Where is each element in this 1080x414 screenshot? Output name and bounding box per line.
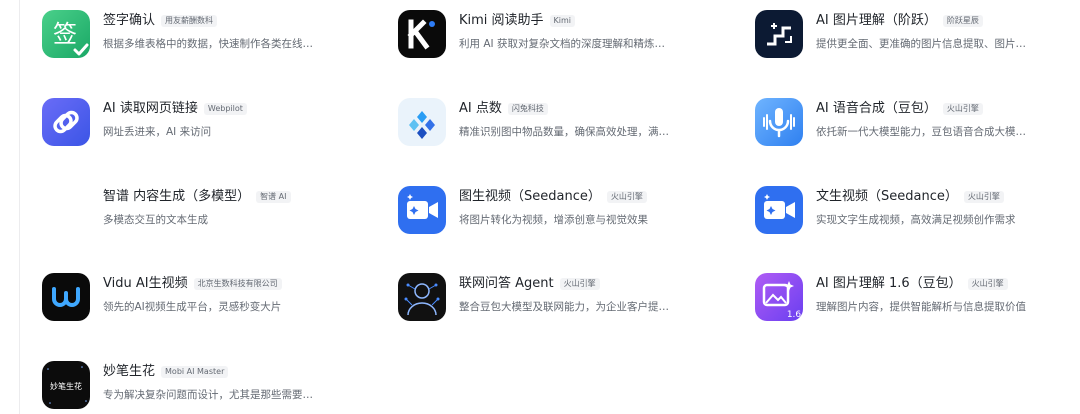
image-understand-icon: 1.6	[755, 273, 803, 321]
plugin-card-web-agent[interactable]: 联网问答 Agent 火山引擎 整合豆包大模型及联网能力，为企业客户提…	[398, 269, 718, 325]
plugin-title: 联网问答 Agent	[459, 276, 554, 291]
plugin-card-vidu[interactable]: Vidu AI生视频 北京生数科技有限公司 领先的AI视频生成平台，灵感秒变大片	[42, 269, 362, 325]
plugin-description: 领先的AI视频生成平台，灵感秒变大片	[103, 301, 282, 313]
publisher-badge: 火山引擎	[606, 191, 647, 203]
publisher-badge: 阶跃星辰	[942, 15, 983, 27]
publisher-badge: 火山引擎	[963, 191, 1004, 203]
plugin-title: AI 读取网页链接	[103, 101, 198, 116]
signature-confirm-icon: 签	[42, 10, 90, 58]
kimi-logo-icon	[398, 10, 446, 58]
plugin-description: 将图片转化为视频，增添创意与视觉效果	[459, 214, 648, 226]
plugin-description: 网址丢进来，AI 来访问	[103, 126, 212, 138]
dot-count-icon	[398, 98, 446, 146]
vidu-logo-icon	[42, 273, 90, 321]
publisher-badge: Mobi AI Master	[161, 366, 229, 378]
plugin-description: 依托新一代大模型能力，豆包语音合成大模…	[816, 126, 1026, 138]
video-camera-icon	[398, 186, 446, 234]
publisher-badge: 火山引擎	[942, 103, 983, 115]
plugin-description: 整合豆包大模型及联网能力，为企业客户提…	[459, 301, 669, 313]
plugin-card-webpilot[interactable]: AI 读取网页链接 Webpilot 网址丢进来，AI 来访问	[42, 94, 362, 150]
publisher-badge: 智谱 AI	[256, 191, 291, 203]
plugin-title: Vidu AI生视频	[103, 276, 188, 291]
miaobi-text: 妙笔生花	[50, 381, 82, 391]
stepfun-logo-icon	[755, 10, 803, 58]
video-camera-icon	[755, 186, 803, 234]
plugin-card-tts[interactable]: AI 语音合成（豆包） 火山引擎 依托新一代大模型能力，豆包语音合成大模…	[755, 94, 1075, 150]
publisher-badge: 用友薪酬数科	[161, 15, 218, 27]
plugin-title: 妙笔生花	[103, 364, 156, 379]
plugin-description: 多模态交互的文本生成	[103, 214, 208, 226]
publisher-badge: Webpilot	[203, 103, 247, 115]
plugin-card-image-understand-16[interactable]: 1.6 AI 图片理解 1.6（豆包） 火山引擎 理解图片内容，提供智能解析与信息…	[755, 269, 1075, 325]
plugin-card-kimi[interactable]: Kimi 阅读助手 Kimi 利用 AI 获取对复杂文档的深度理解和精炼…	[398, 6, 718, 62]
plugin-title: AI 图片理解 1.6（豆包）	[816, 276, 962, 291]
plugin-card-signature[interactable]: 签 签字确认 用友薪酬数科 根据多维表格中的数据，快速制作各类在线…	[42, 6, 362, 62]
publisher-badge: 火山引擎	[967, 278, 1008, 290]
plugin-title: 签字确认	[103, 13, 156, 28]
plugin-card-miaobi[interactable]: 妙笔生花 妙笔生花 Mobi AI Master 专为解决复杂问题而设计，尤其是那…	[42, 357, 362, 413]
plugin-card-stepfun[interactable]: AI 图片理解（阶跃） 阶跃星辰 提供更全面、更准确的图片信息提取、图片…	[755, 6, 1075, 62]
zhipu-icon	[42, 186, 90, 234]
plugin-grid: 签 签字确认 用友薪酬数科 根据多维表格中的数据，快速制作各类在线… Kimi 阅…	[0, 0, 1080, 414]
plugin-description: 精准识别图中物品数量，确保高效处理，满…	[459, 126, 669, 138]
svg-text:签: 签	[53, 20, 77, 48]
link-icon	[42, 98, 90, 146]
plugin-description: 实现文字生成视频，高效满足视频创作需求	[816, 214, 1016, 226]
plugin-title: Kimi 阅读助手	[459, 13, 544, 28]
web-agent-icon	[398, 273, 446, 321]
plugin-title: 图生视频（Seedance）	[459, 189, 601, 204]
miaobi-logo-icon: 妙笔生花	[42, 361, 90, 409]
plugin-description: 专为解决复杂问题而设计，尤其是那些需要…	[103, 389, 313, 401]
plugin-description: 理解图片内容，提供智能解析与信息提取价值	[816, 301, 1026, 313]
plugin-title: 智谱 内容生成（多模型）	[103, 189, 251, 204]
plugin-title: AI 点数	[459, 101, 502, 116]
plugin-description: 根据多维表格中的数据，快速制作各类在线…	[103, 38, 313, 50]
plugin-card-image-to-video[interactable]: 图生视频（Seedance） 火山引擎 将图片转化为视频，增添创意与视觉效果	[398, 182, 718, 238]
version-label: 1.6	[787, 310, 802, 320]
plugin-title: AI 图片理解（阶跃）	[816, 13, 937, 28]
plugin-title: AI 语音合成（豆包）	[816, 101, 937, 116]
plugin-card-text-to-video[interactable]: 文生视频（Seedance） 火山引擎 实现文字生成视频，高效满足视频创作需求	[755, 182, 1075, 238]
publisher-badge: 火山引擎	[559, 278, 600, 290]
publisher-badge: Kimi	[549, 15, 576, 27]
plugin-description: 提供更全面、更准确的图片信息提取、图片…	[816, 38, 1026, 50]
microphone-icon	[755, 98, 803, 146]
publisher-badge: 北京生数科技有限公司	[193, 278, 282, 290]
plugin-card-zhipu[interactable]: 智谱 内容生成（多模型） 智谱 AI 多模态交互的文本生成	[42, 182, 362, 238]
plugin-card-dot-count[interactable]: AI 点数 闪兔科技 精准识别图中物品数量，确保高效处理，满…	[398, 94, 718, 150]
plugin-title: 文生视频（Seedance）	[816, 189, 958, 204]
plugin-description: 利用 AI 获取对复杂文档的深度理解和精炼…	[459, 38, 665, 50]
publisher-badge: 闪兔科技	[507, 103, 548, 115]
